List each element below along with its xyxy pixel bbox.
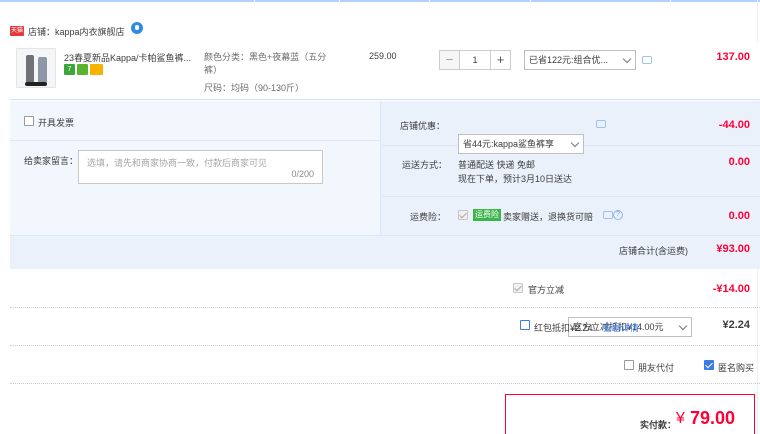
message-char-counter: 0/200 bbox=[291, 169, 314, 179]
quantity-stepper: − 1 + bbox=[439, 50, 511, 70]
item-subtotal: 137.00 bbox=[716, 51, 750, 63]
shipping-method: 普通配送 快递 免邮 bbox=[458, 160, 536, 170]
quantity-increase-button[interactable]: + bbox=[490, 51, 510, 69]
help-question-icon[interactable]: ? bbox=[613, 210, 623, 220]
official-discount-checkbox bbox=[513, 283, 523, 293]
official-discount-value: -¥14.00 bbox=[712, 283, 750, 295]
message-label: 给卖家留言： bbox=[24, 156, 79, 166]
shop-discount-select-value: 省44元:kappa鲨鱼裤享 bbox=[463, 139, 555, 149]
payment-amount: 79.00 bbox=[690, 408, 736, 428]
anonymous-checkbox[interactable] bbox=[704, 360, 714, 370]
message-textarea[interactable]: 选填，请先和商家协商一致，付款后商家可见 0/200 bbox=[78, 150, 323, 184]
product-service-tags: 7 bbox=[64, 64, 103, 75]
invoice-label: 开具发票 bbox=[38, 118, 75, 128]
red-packet-checkbox[interactable] bbox=[520, 320, 530, 330]
unit-price: 259.00 bbox=[369, 51, 397, 61]
payment-currency: ¥ bbox=[676, 410, 685, 427]
sku-size: 尺码：均码（90-130斤） bbox=[204, 83, 305, 93]
insurance-label: 运费险： bbox=[410, 212, 447, 222]
divider bbox=[382, 196, 760, 197]
shop-total-label: 店铺合计(含运费) bbox=[619, 246, 688, 256]
shipping-label: 运送方式： bbox=[402, 160, 448, 170]
anonymous-label: 匿名购买 bbox=[718, 363, 755, 373]
shop-total-value: ¥93.00 bbox=[716, 243, 750, 255]
tmall-badge: 天猫 bbox=[10, 26, 24, 36]
red-packet-details-link[interactable]: 查看详情 bbox=[603, 321, 639, 334]
invoice-checkbox[interactable] bbox=[24, 116, 34, 126]
shipping-value: 0.00 bbox=[728, 156, 750, 168]
product-title-link[interactable]: 23春夏新品Kappa/卡帕鲨鱼裤... bbox=[64, 51, 200, 64]
product-thumbnail[interactable] bbox=[16, 48, 56, 88]
shop-name-link[interactable]: 店铺：kappa内衣旗舰店 bbox=[28, 25, 125, 38]
chevron-down-icon bbox=[678, 321, 688, 331]
insurance-value: 0.00 bbox=[728, 210, 750, 222]
shop-discount-label: 店铺优惠： bbox=[400, 121, 446, 131]
divider bbox=[10, 345, 760, 346]
shop-discount-comment-icon[interactable] bbox=[596, 120, 606, 128]
red-packet-label: 红包抵扣¥2.24 bbox=[534, 323, 593, 333]
payment-label: 实付款： bbox=[640, 420, 677, 430]
divider bbox=[10, 140, 381, 141]
divider bbox=[10, 235, 760, 236]
insurance-badge: 运费险 bbox=[473, 209, 501, 221]
item-discount-select-value: 已省122元:组合优... bbox=[529, 55, 609, 65]
insurance-text: 卖家赠送，退换货可赔 bbox=[503, 212, 594, 222]
divider bbox=[10, 383, 760, 384]
friend-pay-checkbox[interactable] bbox=[624, 360, 634, 370]
chevron-down-icon bbox=[570, 138, 580, 148]
friend-pay-label: 朋友代付 bbox=[638, 363, 675, 373]
quantity-input[interactable]: 1 bbox=[460, 51, 490, 69]
sku-color: 颜色分类：黑色+夜幕蓝（五分裤） bbox=[204, 52, 327, 75]
shipping-eta: 现在下单，预计3月10日送达 bbox=[458, 174, 573, 184]
header-divider bbox=[0, 0, 760, 2]
insurance-comment-icon[interactable] bbox=[603, 211, 613, 219]
shop-header: 天猫 店铺：kappa内衣旗舰店 bbox=[10, 22, 143, 40]
discount-comment-icon[interactable] bbox=[642, 56, 652, 64]
seven-day-return-icon[interactable]: 7 bbox=[64, 64, 75, 75]
red-packet-value: ¥2.24 bbox=[722, 319, 750, 331]
shop-discount-select[interactable]: 省44元:kappa鲨鱼裤享 bbox=[458, 134, 584, 154]
guarantee-icon[interactable] bbox=[77, 64, 88, 75]
chevron-down-icon bbox=[622, 54, 632, 64]
divider bbox=[10, 307, 760, 308]
official-discount-label: 官方立减 bbox=[528, 285, 565, 295]
quantity-decrease-button[interactable]: − bbox=[440, 51, 460, 69]
shop-discount-value: -44.00 bbox=[718, 119, 750, 131]
credit-card-icon[interactable] bbox=[90, 64, 103, 75]
message-placeholder: 选填，请先和商家协商一致，付款后商家可见 bbox=[87, 158, 268, 168]
insurance-checkbox bbox=[458, 210, 468, 220]
wangwang-chat-icon[interactable] bbox=[130, 22, 143, 34]
item-discount-select[interactable]: 已省122元:组合优... bbox=[524, 50, 636, 70]
